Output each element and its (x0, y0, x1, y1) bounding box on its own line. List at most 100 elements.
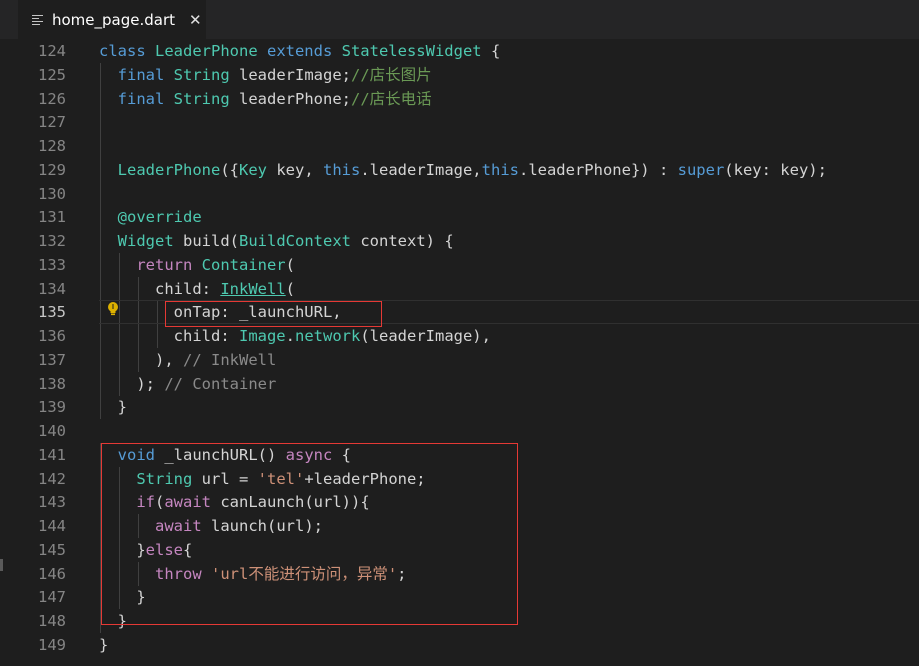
code-line[interactable]: 133 return Container( (0, 252, 919, 277)
indent-guide (100, 181, 101, 206)
code-line[interactable]: 145 }else{ (0, 537, 919, 562)
code-token: this (323, 160, 361, 179)
code-editor[interactable]: 124 class LeaderPhone extends StatelessWi… (0, 39, 919, 666)
code-token: (leaderImage), (360, 327, 491, 345)
code-line[interactable]: 128 (0, 134, 919, 158)
code-token: Key (239, 160, 277, 179)
code-area (99, 181, 919, 206)
code-text: if(await canLaunch(url)){ (99, 490, 369, 514)
code-line[interactable]: 149} (0, 633, 919, 657)
code-line[interactable]: 144 await launch(url); (0, 514, 919, 538)
line-number: 135 (38, 303, 66, 322)
code-line[interactable]: 132 Widget build(BuildContext context) { (0, 229, 919, 253)
code-area: child: Image.network(leaderImage), (99, 324, 919, 348)
code-text: class LeaderPhone extends StatelessWidge… (99, 39, 500, 63)
code-line[interactable]: 147 } (0, 585, 919, 610)
code-token: ), (99, 350, 183, 369)
code-token: +leaderPhone; (304, 469, 426, 488)
code-line[interactable]: 126 final String leaderPhone;//店长电话 (0, 86, 919, 111)
code-text: final String leaderImage;//店长图片 (99, 63, 432, 87)
code-area: child: InkWell( (99, 276, 919, 301)
lightbulb-icon[interactable] (104, 300, 122, 318)
code-token: . (285, 327, 295, 345)
code-line[interactable]: 125 final String leaderImage;//店长图片 (0, 62, 919, 87)
code-area: final String leaderImage;//店长图片 (99, 62, 919, 87)
tab-filename: home_page.dart (52, 10, 176, 29)
tab-home-page-dart[interactable]: home_page.dart ✕ (18, 0, 206, 39)
code-line[interactable]: 135 onTap: _launchURL, (0, 300, 919, 325)
code-line[interactable]: 143 if(await canLaunch(url)){ (0, 490, 919, 515)
code-line[interactable]: 127 (0, 110, 919, 135)
code-text: Widget build(BuildContext context) { (99, 229, 454, 253)
code-token: StatelessWidget (341, 42, 491, 60)
code-line[interactable]: 139 } (0, 395, 919, 420)
code-token: return (136, 255, 202, 274)
code-text: final String leaderPhone;//店长电话 (99, 87, 432, 111)
code-area: return Container( (99, 252, 919, 277)
line-number: 124 (38, 42, 66, 60)
code-token: key, (276, 160, 323, 179)
code-line[interactable]: 136 child: Image.network(leaderImage), (0, 324, 919, 348)
code-token: // InkWell (183, 350, 277, 369)
code-area: class LeaderPhone extends StatelessWidge… (99, 39, 919, 63)
code-area: Widget build(BuildContext context) { (99, 229, 919, 253)
close-icon[interactable]: ✕ (189, 11, 202, 29)
line-number: 142 (38, 469, 66, 488)
code-line[interactable]: 137 ), // InkWell (0, 347, 919, 372)
code-token: extends (266, 42, 342, 60)
line-number: 141 (38, 445, 66, 464)
line-number: 146 (38, 564, 66, 583)
code-token: final (117, 65, 174, 84)
code-line[interactable]: 130 (0, 181, 919, 206)
code-area: void _launchURL() async { (99, 442, 919, 467)
code-token: (key: key); (724, 160, 827, 179)
code-line[interactable]: 138 ); // Container (0, 371, 919, 396)
code-line[interactable]: 129 LeaderPhone({Key key, this.leaderIma… (0, 157, 919, 182)
lines-file-icon (32, 14, 44, 26)
line-number: 126 (38, 89, 66, 108)
code-token: throw (155, 564, 211, 583)
line-number: 134 (38, 279, 66, 298)
code-token: { (490, 42, 501, 60)
indent-guide (100, 134, 101, 158)
code-token: await (155, 517, 211, 535)
code-token: LeaderPhone (117, 160, 221, 179)
code-area: final String leaderPhone;//店长电话 (99, 86, 919, 111)
line-number: 131 (38, 208, 66, 227)
tab-bar: home_page.dart ✕ (0, 0, 919, 39)
code-text: child: Image.network(leaderImage), (99, 324, 491, 348)
code-token: this (481, 160, 519, 179)
code-token: await (164, 493, 221, 512)
code-line[interactable]: 148 } (0, 609, 919, 633)
code-area: ), // InkWell (99, 347, 919, 372)
code-text: await launch(url); (99, 514, 323, 538)
code-token: url = (201, 469, 258, 488)
code-line[interactable]: 142 String url = 'tel'+leaderPhone; (0, 466, 919, 491)
code-token: String (173, 89, 239, 108)
line-number: 136 (38, 327, 66, 345)
code-token: ({ (220, 160, 239, 179)
code-text: }else{ (99, 538, 192, 562)
line-number: 130 (38, 184, 66, 203)
code-text: onTap: _launchURL, (99, 300, 342, 324)
line-number: 139 (38, 398, 66, 417)
code-line[interactable]: 134 child: InkWell( (0, 276, 919, 301)
code-line[interactable]: 146 throw 'url不能进行访问，异常'; (0, 561, 919, 586)
code-token: .leaderImage, (360, 160, 482, 179)
code-line[interactable]: 131 @override (0, 205, 919, 230)
code-line[interactable]: 141 void _launchURL() async { (0, 442, 919, 467)
line-number: 145 (38, 540, 66, 559)
code-text: return Container( (99, 253, 295, 277)
code-text: void _launchURL() async { (99, 443, 351, 467)
code-area: String url = 'tel'+leaderPhone; (99, 466, 919, 491)
code-token: launch(url); (211, 517, 323, 535)
line-number: 147 (38, 588, 66, 607)
line-number: 127 (38, 113, 66, 132)
code-token: } (99, 635, 109, 654)
code-area: await launch(url); (99, 514, 919, 538)
code-token: else (145, 540, 183, 559)
code-line[interactable]: 124 class LeaderPhone extends StatelessWi… (0, 39, 919, 63)
code-line[interactable]: 140 (0, 419, 919, 443)
